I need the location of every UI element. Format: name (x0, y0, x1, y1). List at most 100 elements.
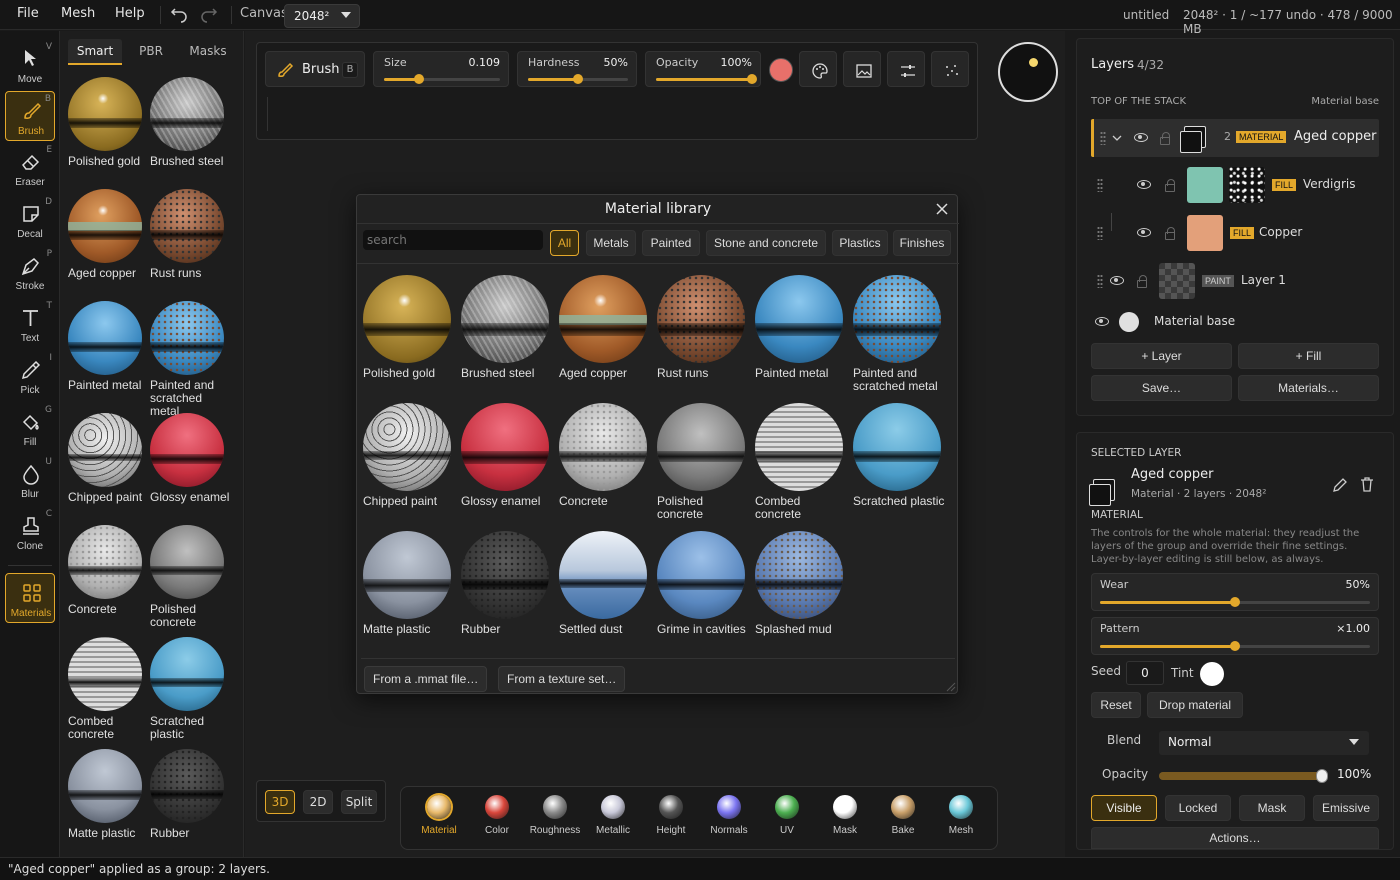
redo-icon[interactable] (200, 6, 218, 24)
menu-mesh[interactable]: Mesh (61, 6, 95, 21)
adjust-button[interactable] (887, 51, 925, 87)
visible-toggle[interactable]: Visible (1091, 795, 1157, 821)
materials-button[interactable]: Materials… (1238, 375, 1379, 401)
add-fill-button[interactable]: + Fill (1238, 343, 1379, 369)
tool-text[interactable]: T Text (5, 299, 55, 349)
layer-row-copper[interactable]: FILL Copper (1091, 213, 1379, 253)
material-swatch-matte-plastic[interactable]: Matte plastic (68, 749, 150, 840)
drop-material-button[interactable]: Drop material (1147, 692, 1243, 718)
channel-roughness[interactable]: Roughness (526, 795, 584, 836)
library-material-splashed-mud[interactable]: Splashed mud (755, 531, 849, 636)
image-button[interactable] (843, 51, 881, 87)
library-material-rust-runs[interactable]: Rust runs (657, 275, 751, 380)
material-swatch-rust-runs[interactable]: Rust runs (150, 189, 232, 280)
view-3d[interactable]: 3D (265, 790, 295, 814)
material-swatch-glossy-enamel[interactable]: Glossy enamel (150, 413, 232, 504)
library-material-painted-metal[interactable]: Painted metal (755, 275, 849, 380)
layer-row-verdigris[interactable]: FILL Verdigris (1091, 165, 1379, 205)
mask-toggle[interactable]: Mask (1239, 795, 1305, 821)
layer-opacity-slider[interactable] (1159, 769, 1328, 783)
library-material-concrete[interactable]: Concrete (559, 403, 653, 508)
material-swatch-rubber[interactable]: Rubber (150, 749, 232, 840)
opacity-slider[interactable]: Opacity 100% (645, 51, 761, 87)
tool-brush[interactable]: B Brush (5, 91, 55, 141)
reset-button[interactable]: Reset (1091, 692, 1141, 718)
size-slider[interactable]: Size 0.109 (373, 51, 509, 87)
material-swatch-polished-gold[interactable]: Polished gold (68, 77, 150, 168)
material-swatch-chipped-paint[interactable]: Chipped paint (68, 413, 150, 504)
seed-input[interactable]: 0 (1126, 661, 1164, 685)
channel-material[interactable]: Material (410, 795, 468, 836)
opacity-knob[interactable] (747, 74, 757, 84)
undo-icon[interactable] (170, 6, 188, 24)
wear-slider[interactable]: Wear 50% (1091, 573, 1379, 611)
material-swatch-scratched-plastic[interactable]: Scratched plastic (150, 637, 232, 741)
tool-fill[interactable]: G Fill (5, 403, 55, 453)
hardness-knob[interactable] (573, 74, 583, 84)
tab-smart[interactable]: Smart (68, 39, 122, 65)
tab-pbr[interactable]: PBR (124, 39, 178, 65)
search-input[interactable] (363, 230, 543, 250)
pencil-icon[interactable] (1332, 477, 1348, 493)
wear-knob[interactable] (1230, 597, 1240, 607)
library-material-polished-gold[interactable]: Polished gold (363, 275, 457, 380)
tint-swatch[interactable] (1200, 662, 1224, 686)
library-material-brushed-steel[interactable]: Brushed steel (461, 275, 555, 380)
layer-row-paint[interactable]: PAINT Layer 1 (1091, 261, 1379, 301)
lock-icon[interactable] (1137, 275, 1147, 288)
visibility-eye-icon[interactable] (1137, 228, 1151, 237)
library-material-matte-plastic[interactable]: Matte plastic (363, 531, 457, 636)
view-2d[interactable]: 2D (303, 790, 333, 814)
actions-button[interactable]: Actions… (1091, 827, 1379, 849)
emissive-toggle[interactable]: Emissive (1313, 795, 1379, 821)
brush-preset-button[interactable]: Brush B (265, 51, 365, 87)
tab-masks[interactable]: Masks (180, 39, 236, 65)
material-swatch-brushed-steel[interactable]: Brushed steel (150, 77, 232, 168)
palette-button[interactable] (799, 51, 837, 87)
canvas-size-select[interactable]: 2048² (284, 4, 360, 28)
pattern-slider[interactable]: Pattern ×1.00 (1091, 617, 1379, 655)
blend-select[interactable]: Normal (1159, 731, 1369, 755)
library-material-settled-dust[interactable]: Settled dust (559, 531, 653, 636)
lock-icon[interactable] (1165, 179, 1175, 192)
tool-materials[interactable]: Materials (5, 573, 55, 623)
locked-toggle[interactable]: Locked (1165, 795, 1231, 821)
filter-stone-and-concrete[interactable]: Stone and concrete (706, 230, 826, 256)
visibility-eye-icon[interactable] (1134, 133, 1148, 142)
drag-handle-icon[interactable] (1097, 274, 1103, 288)
pattern-knob[interactable] (1230, 641, 1240, 651)
tool-pick[interactable]: I Pick (5, 351, 55, 401)
scatter-button[interactable] (931, 51, 969, 87)
tool-stroke[interactable]: P Stroke (5, 247, 55, 297)
visibility-eye-icon[interactable] (1137, 180, 1151, 189)
drag-handle-icon[interactable] (1097, 178, 1103, 192)
material-swatch-painted-metal[interactable]: Painted metal (68, 301, 150, 392)
lock-icon[interactable] (1165, 227, 1175, 240)
library-material-rubber[interactable]: Rubber (461, 531, 555, 636)
library-material-scratched-plastic[interactable]: Scratched plastic (853, 403, 947, 508)
channel-height[interactable]: Height (642, 795, 700, 836)
channel-normals[interactable]: Normals (700, 795, 758, 836)
filter-plastics[interactable]: Plastics (832, 230, 888, 256)
save-button[interactable]: Save… (1091, 375, 1232, 401)
light-dot[interactable] (1029, 58, 1038, 67)
drag-handle-icon[interactable] (1097, 226, 1103, 240)
filter-metals[interactable]: Metals (586, 230, 636, 256)
filter-painted[interactable]: Painted (642, 230, 700, 256)
library-material-grime-in-cavities[interactable]: Grime in cavities (657, 531, 751, 636)
library-material-painted-and-scratched-metal[interactable]: Painted and scratched metal (853, 275, 947, 393)
channel-mask[interactable]: Mask (816, 795, 874, 836)
size-knob[interactable] (413, 74, 424, 84)
import-texture-set-button[interactable]: From a texture set… (498, 666, 626, 692)
library-material-chipped-paint[interactable]: Chipped paint (363, 403, 457, 508)
trash-icon[interactable] (1359, 476, 1375, 492)
chevron-down-icon[interactable] (1112, 133, 1122, 143)
menu-help[interactable]: Help (115, 6, 145, 21)
close-icon[interactable] (935, 202, 949, 216)
material-swatch-aged-copper[interactable]: Aged copper (68, 189, 150, 280)
channel-mesh[interactable]: Mesh (932, 795, 990, 836)
resize-handle-icon[interactable] (946, 682, 956, 692)
library-material-aged-copper[interactable]: Aged copper (559, 275, 653, 380)
filter-finishes[interactable]: Finishes (893, 230, 951, 256)
tool-decal[interactable]: D Decal (5, 195, 55, 245)
